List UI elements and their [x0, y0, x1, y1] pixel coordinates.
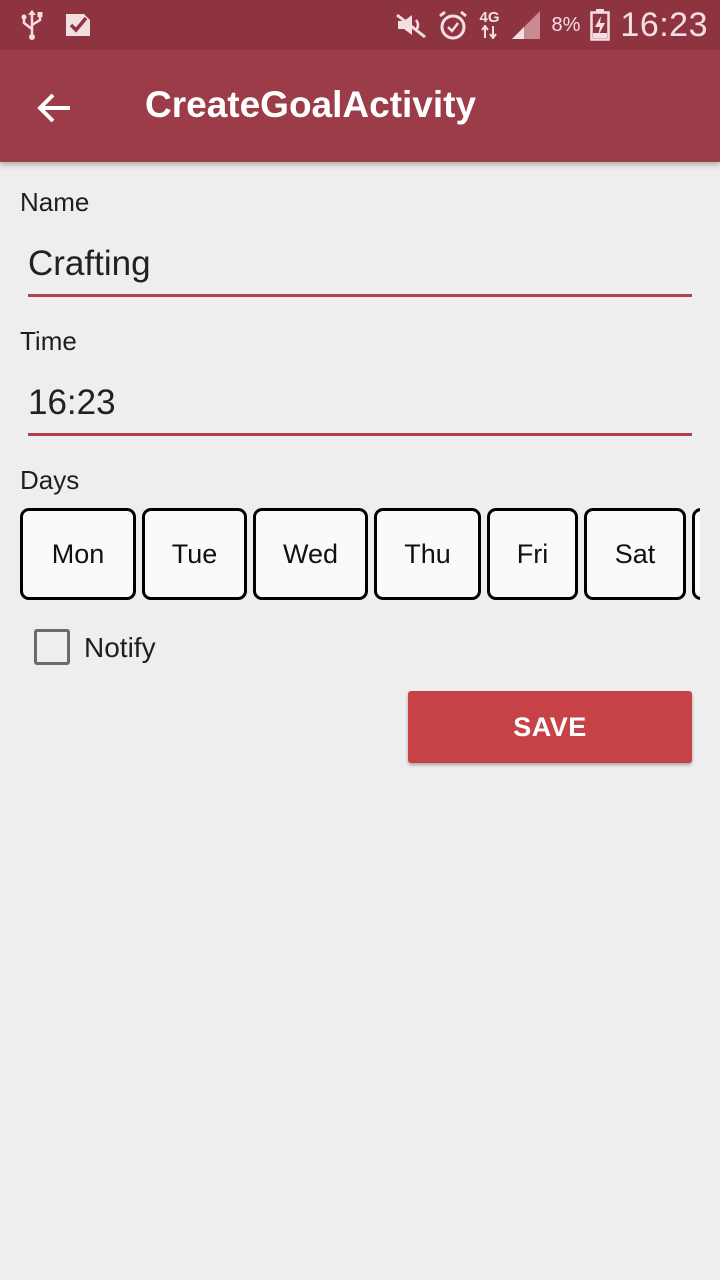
day-button-tue[interactable]: Tue: [142, 508, 247, 600]
name-field[interactable]: Crafting: [28, 234, 692, 297]
battery-charging-icon: [590, 9, 611, 41]
notify-label: Notify: [84, 632, 156, 663]
time-label: Time: [20, 326, 77, 356]
day-button-sat[interactable]: Sat: [584, 508, 686, 600]
back-button[interactable]: [26, 80, 82, 136]
status-bar: 4G 8% 16:23: [0, 0, 720, 50]
name-value: Crafting: [28, 244, 151, 283]
arrow-back-icon: [37, 93, 70, 123]
day-button-thu[interactable]: Thu: [374, 508, 481, 600]
time-field[interactable]: 16:23: [28, 373, 692, 436]
checklist-notification-icon: [64, 11, 92, 39]
name-label: Name: [20, 187, 90, 217]
app-bar: CreateGoalActivity: [0, 50, 720, 162]
notify-checkbox[interactable]: [34, 629, 70, 665]
day-button-partial[interactable]: [692, 508, 700, 600]
day-button-wed[interactable]: Wed: [253, 508, 368, 600]
time-value: 16:23: [28, 383, 116, 422]
day-button-fri[interactable]: Fri: [487, 508, 578, 600]
save-button[interactable]: SAVE: [408, 691, 692, 763]
days-label: Days: [20, 465, 80, 495]
usb-icon: [20, 9, 44, 41]
signal-icon: [510, 10, 542, 40]
data-arrows-icon: 4G: [479, 9, 500, 39]
day-button-mon[interactable]: Mon: [20, 508, 136, 600]
battery-percent: 8%: [551, 13, 581, 36]
days-selector: Mon Tue Wed Thu Fri Sat: [20, 508, 700, 606]
status-clock: 16:23: [620, 5, 708, 44]
alarm-icon: [437, 9, 469, 41]
mute-icon: [395, 11, 427, 39]
page-title: CreateGoalActivity: [145, 84, 477, 125]
network-type-label: 4G: [479, 9, 500, 26]
